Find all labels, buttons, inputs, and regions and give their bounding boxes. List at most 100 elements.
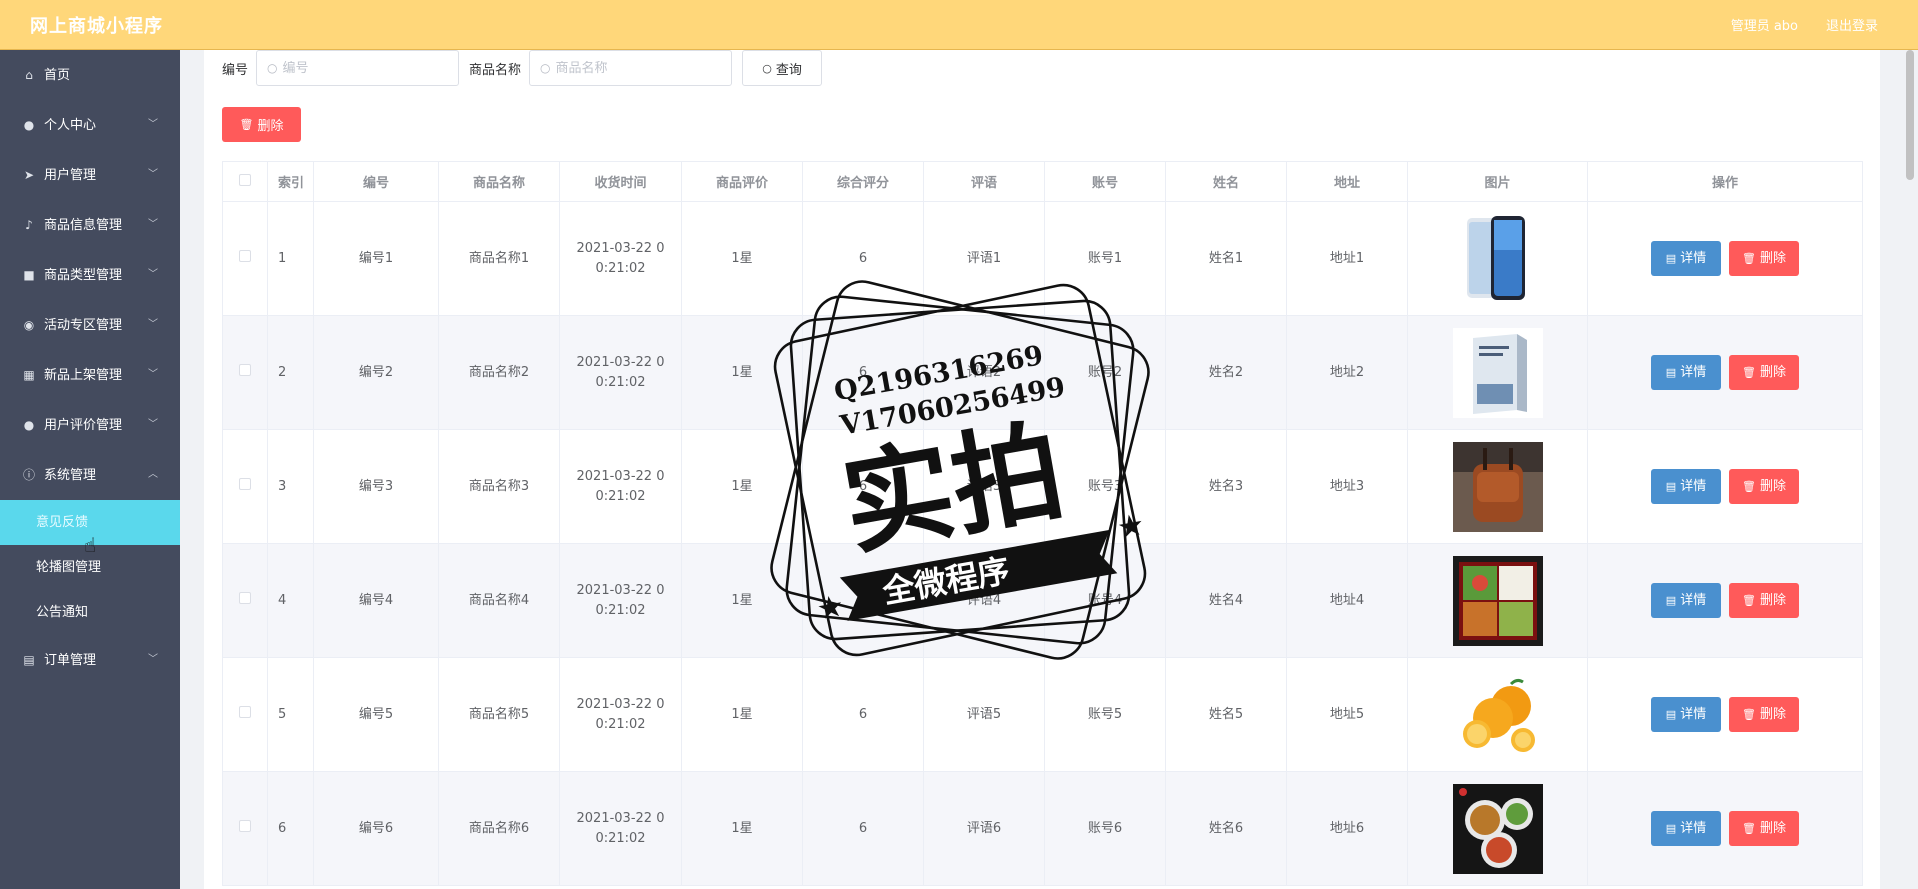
person-name-cell: 姓名4 bbox=[1165, 543, 1287, 658]
sidebar-item-orders[interactable]: ▤ 订单管理 ﹀ bbox=[0, 635, 180, 685]
product-name-cell: 商品名称6 bbox=[438, 771, 560, 886]
row-select-cell[interactable] bbox=[222, 771, 268, 886]
sidebar-subitem-notice[interactable]: 公告通知 bbox=[0, 590, 180, 635]
delete-button[interactable]: 🗑 删除 bbox=[1729, 697, 1799, 732]
index-cell: 6 bbox=[267, 771, 314, 886]
row-select-cell[interactable] bbox=[222, 657, 268, 772]
receive-time-text: 2021-03-22 00:21:02 bbox=[576, 696, 665, 732]
detail-button-label: 详情 bbox=[1680, 706, 1707, 722]
sidebar-item-new-products[interactable]: ▦ 新品上架管理 ﹀ bbox=[0, 350, 180, 400]
product-name-cell: 商品名称2 bbox=[438, 315, 560, 430]
app-title: 网上商城小程序 bbox=[30, 16, 163, 37]
document-icon: ▤ bbox=[1665, 593, 1677, 607]
sidebar-item-user-management[interactable]: ➤ 用户管理 ﹀ bbox=[0, 150, 180, 200]
score-cell: 6 bbox=[802, 771, 924, 886]
product-name-cell: 商品名称3 bbox=[438, 429, 560, 544]
receive-time-text: 2021-03-22 00:21:02 bbox=[576, 240, 665, 276]
person-name-cell: 姓名3 bbox=[1165, 429, 1287, 544]
row-checkbox[interactable] bbox=[239, 363, 251, 376]
select-all-checkbox[interactable] bbox=[239, 173, 251, 186]
no-cell: 编号5 bbox=[313, 657, 439, 772]
column-header: 综合评分 bbox=[802, 161, 924, 202]
column-header: 操作 bbox=[1587, 161, 1863, 202]
receive-time-cell: 2021-03-22 00:21:02 bbox=[559, 543, 682, 658]
receive-time-cell: 2021-03-22 00:21:02 bbox=[559, 771, 682, 886]
delete-button[interactable]: 🗑 删除 bbox=[1729, 469, 1799, 504]
sidebar-item-product-type[interactable]: ■ 商品类型管理 ﹀ bbox=[0, 250, 180, 300]
row-select-cell[interactable] bbox=[222, 543, 268, 658]
document-icon: ▤ bbox=[1665, 365, 1677, 379]
rating-cell: 1星 bbox=[681, 771, 803, 886]
row-select-cell[interactable] bbox=[222, 201, 268, 316]
detail-button[interactable]: ▤ 详情 bbox=[1651, 355, 1721, 390]
sidebar-item-label: 首页 bbox=[44, 68, 71, 83]
delete-button[interactable]: 🗑 删除 bbox=[1729, 241, 1799, 276]
detail-button[interactable]: ▤ 详情 bbox=[1651, 241, 1721, 276]
select-all-cell[interactable] bbox=[222, 161, 268, 202]
delete-button-label: 删除 bbox=[1759, 706, 1786, 722]
detail-button[interactable]: ▤ 详情 bbox=[1651, 469, 1721, 504]
row-checkbox[interactable] bbox=[239, 705, 251, 718]
no-cell: 编号6 bbox=[313, 771, 439, 886]
index-cell: 1 bbox=[267, 201, 314, 316]
trash-icon: 🗑 bbox=[1742, 479, 1756, 493]
product-image bbox=[1452, 441, 1543, 532]
no-cell: 编号4 bbox=[313, 543, 439, 658]
search-name-input[interactable] bbox=[555, 60, 716, 76]
mic-icon: ♪ bbox=[25, 218, 33, 232]
actions-cell: ▤ 详情 🗑 删除 bbox=[1587, 543, 1863, 658]
search-no-field[interactable]: ○ bbox=[256, 50, 460, 86]
chevron-down-icon: ﹀ bbox=[148, 269, 158, 280]
row-checkbox[interactable] bbox=[239, 477, 251, 490]
column-header: 商品评价 bbox=[681, 161, 803, 202]
sidebar-item-activity[interactable]: ◉ 活动专区管理 ﹀ bbox=[0, 300, 180, 350]
column-header: 姓名 bbox=[1165, 161, 1287, 202]
detail-button[interactable]: ▤ 详情 bbox=[1651, 811, 1721, 846]
receive-time-text: 2021-03-22 00:21:02 bbox=[576, 582, 665, 618]
vertical-scrollbar[interactable] bbox=[1906, 50, 1914, 180]
address-cell: 地址4 bbox=[1286, 543, 1408, 658]
column-header: 编号 bbox=[313, 161, 439, 202]
send-icon: ➤ bbox=[23, 168, 35, 182]
sidebar-item-system[interactable]: ⓘ 系统管理 ︿ bbox=[0, 450, 180, 500]
sidebar-item-product-info[interactable]: ♪ 商品信息管理 ﹀ bbox=[0, 200, 180, 250]
person-name-cell: 姓名1 bbox=[1165, 201, 1287, 316]
column-header: 商品名称 bbox=[438, 161, 560, 202]
printer-icon: ▤ bbox=[23, 653, 35, 667]
row-select-cell[interactable] bbox=[222, 429, 268, 544]
person-name-cell: 姓名2 bbox=[1165, 315, 1287, 430]
row-select-cell[interactable] bbox=[222, 315, 268, 430]
trash-icon: 🗑 bbox=[1742, 251, 1756, 265]
search-no-input[interactable] bbox=[282, 60, 443, 76]
search-bar: 编号 ○ 商品名称 ○ ○ 查询 bbox=[222, 50, 823, 86]
delete-button[interactable]: 🗑 删除 bbox=[1729, 811, 1799, 846]
search-icon: ○ bbox=[540, 61, 551, 75]
sidebar-item-profile[interactable]: ● 个人中心 ﹀ bbox=[0, 100, 180, 150]
detail-button[interactable]: ▤ 详情 bbox=[1651, 697, 1721, 732]
sidebar-item-label: 新品上架管理 bbox=[44, 368, 123, 383]
watermark-stamp: Q2196316269 V17060256499 实拍 全微程序 ★ ★ bbox=[770, 280, 1150, 660]
delete-button[interactable]: 🗑 删除 bbox=[1729, 583, 1799, 618]
row-checkbox[interactable] bbox=[239, 249, 251, 262]
sidebar-item-label: 活动专区管理 bbox=[44, 318, 123, 333]
row-checkbox[interactable] bbox=[239, 591, 251, 604]
delete-button-label: 删除 bbox=[1759, 592, 1786, 608]
detail-button[interactable]: ▤ 详情 bbox=[1651, 583, 1721, 618]
index-cell: 5 bbox=[267, 657, 314, 772]
comment-cell: 评语6 bbox=[923, 771, 1045, 886]
product-image bbox=[1452, 327, 1543, 418]
sidebar-item-user-reviews[interactable]: ● 用户评价管理 ﹀ bbox=[0, 400, 180, 450]
sidebar-item-home[interactable]: ⌂ 首页 bbox=[0, 50, 180, 100]
actions-cell: ▤ 详情 🗑 删除 bbox=[1587, 429, 1863, 544]
product-image bbox=[1452, 555, 1543, 646]
row-checkbox[interactable] bbox=[239, 819, 251, 832]
document-icon: ▤ bbox=[1665, 821, 1677, 835]
query-button[interactable]: ○ 查询 bbox=[742, 50, 823, 86]
delete-button[interactable]: 🗑 删除 bbox=[1729, 355, 1799, 390]
batch-delete-button[interactable]: 🗑 删除 bbox=[222, 107, 301, 142]
delete-button-label: 删除 bbox=[1759, 364, 1786, 380]
search-name-field[interactable]: ○ bbox=[529, 50, 733, 86]
logout-link[interactable]: 退出登录 bbox=[1826, 15, 1878, 34]
chevron-down-icon: ﹀ bbox=[148, 419, 158, 430]
product-name-cell: 商品名称5 bbox=[438, 657, 560, 772]
